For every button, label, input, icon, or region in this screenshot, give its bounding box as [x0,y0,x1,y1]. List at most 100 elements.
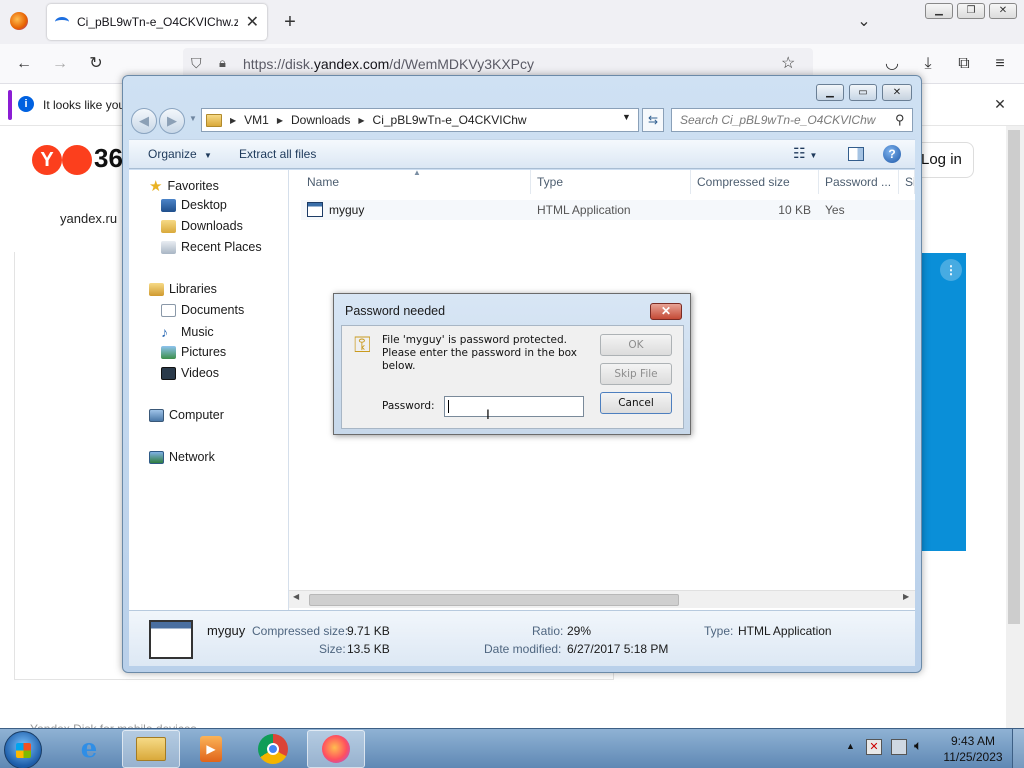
preview-pane-icon[interactable] [848,147,864,161]
address-dropdown-icon[interactable]: ▼ [622,112,631,122]
col-compressed-size[interactable]: Compressed size [691,170,819,194]
forward-button[interactable]: ▶ [159,108,185,134]
scroll-left-icon[interactable]: ◀ [293,592,299,601]
col-size[interactable]: Si [899,170,915,194]
network-tray-icon[interactable] [891,739,907,755]
folder-icon [206,113,222,127]
chrome-icon [258,734,288,764]
password-input[interactable] [444,396,584,417]
address-bar[interactable]: ▶ VM1 ▶ Downloads ▶ Ci_pBL9wTn-e_O4CKVIC… [201,108,639,132]
details-pane: myguy Compressed size: 9.71 KB Size: 13.… [129,610,915,666]
minimize-button[interactable]: ▁ [925,3,953,19]
refresh-button[interactable]: ⇆ [642,108,664,132]
close-tab-icon[interactable]: ✕ [246,12,259,32]
taskbar-firefox[interactable] [307,730,365,768]
horizontal-scrollbar[interactable]: ◀ ▶ [289,590,915,608]
breadcrumb-downloads[interactable]: Downloads [285,113,356,127]
file-thumbnail-icon [149,620,193,659]
taskbar-ie[interactable]: e [60,730,118,768]
back-icon[interactable]: ← [12,52,36,76]
close-button[interactable]: ✕ [989,3,1017,19]
extensions-icon[interactable]: ⧉ [952,52,976,76]
details-date-label: Date modified: [484,642,562,656]
chevron-down-icon: ▼ [204,151,212,160]
col-type[interactable]: Type [531,170,691,194]
view-options-icon[interactable]: ☷ ▼ [793,145,817,162]
skip-file-button[interactable]: Skip File [600,363,672,385]
details-compressed-size-label: Compressed size: [252,624,349,638]
yandex-logo-icon[interactable]: Y [32,145,62,175]
new-tab-button[interactable]: + [278,10,302,34]
file-name: myguy [329,203,365,217]
documents-icon [161,303,176,317]
cancel-button[interactable]: Cancel [600,392,672,414]
more-options-icon[interactable]: ⋮ [940,259,962,281]
column-headers: Name ▲ Type Compressed size Password ...… [301,168,915,194]
nav-videos[interactable]: Videos [161,366,219,380]
show-hidden-icons[interactable]: ▲ [846,741,855,751]
details-size: 13.5 KB [347,642,390,656]
lock-icon[interactable]: 🔒︎ [219,55,226,71]
shield-icon[interactable]: ⛉ [191,55,202,72]
action-center-icon[interactable]: ✕ [866,739,882,755]
notice-text: It looks like you [43,98,126,112]
close-notice-icon[interactable]: ✕ [988,92,1012,116]
window-minimize-button[interactable]: ▁ [816,84,844,101]
table-row[interactable]: myguy HTML Application 10 KB Yes [301,200,915,220]
search-input[interactable]: Search Ci_pBL9wTn-e_O4CKVIChw [671,108,913,132]
clock[interactable]: 9:43 AM 11/25/2023 [942,733,1004,765]
extract-all-button[interactable]: Extract all files [239,147,316,161]
tab-title: Ci_pBL9wTn-e_O4CKVIChw.zip [77,15,238,29]
reload-icon[interactable]: ↻ [84,52,108,76]
details-name: myguy [207,623,246,638]
pocket-icon[interactable]: ◡ [880,52,904,76]
forward-icon[interactable]: → [48,52,72,76]
nav-recent-places[interactable]: Recent Places [161,240,262,254]
nav-downloads[interactable]: Downloads [161,219,243,233]
volume-icon[interactable]: 🔈︎ [914,737,922,754]
nav-pictures[interactable]: Pictures [161,345,226,359]
breadcrumb-archive[interactable]: Ci_pBL9wTn-e_O4CKVIChw [367,113,533,127]
restore-button[interactable]: ❐ [957,3,985,19]
downloads-folder-icon [161,219,176,233]
tab-active[interactable]: Ci_pBL9wTn-e_O4CKVIChw.zip ✕ [47,4,267,40]
firefox-icon [322,735,350,763]
network-icon [149,450,164,464]
ok-button[interactable]: OK [600,334,672,356]
nav-libraries[interactable]: Libraries [149,282,217,296]
nav-documents[interactable]: Documents [161,303,244,317]
page-scrollbar-thumb[interactable] [1008,130,1020,624]
help-icon[interactable]: ? [883,145,901,163]
recent-places-icon [161,240,176,254]
firefox-menu-icon[interactable] [10,12,28,30]
bookmark-star-icon[interactable]: ☆ [781,53,795,73]
nav-desktop[interactable]: Desktop [161,198,227,212]
recent-pages-icon[interactable]: ▼ [189,114,197,123]
nav-network[interactable]: Network [149,450,215,464]
dialog-close-button[interactable]: ✕ [650,303,682,320]
yandex-link[interactable]: yandex.ru [60,211,117,226]
app-menu-icon[interactable]: ≡ [988,52,1012,76]
organize-button[interactable]: Organize ▼ [148,147,212,161]
start-button[interactable] [4,731,42,768]
col-password[interactable]: Password ... [819,170,899,194]
window-maximize-button[interactable]: ▭ [849,84,877,101]
list-tabs-icon[interactable]: ⌄ [852,10,876,34]
scroll-thumb[interactable] [309,594,679,606]
nav-computer[interactable]: Computer [149,408,224,422]
taskbar-media-player[interactable]: ▶ [182,730,240,768]
search-icon: ⚲ [895,112,905,127]
scroll-right-icon[interactable]: ▶ [903,592,909,601]
taskbar-explorer[interactable] [122,730,180,768]
nav-favorites[interactable]: ★ Favorites [149,177,219,195]
pictures-icon [161,345,176,359]
back-button[interactable]: ◀ [131,108,157,134]
window-close-button[interactable]: ✕ [882,84,912,101]
nav-music[interactable]: ♪ Music [161,324,214,340]
taskbar-chrome[interactable] [244,730,302,768]
text-cursor-icon: I [486,406,490,422]
breadcrumb-vm1[interactable]: VM1 [238,113,275,127]
downloads-icon[interactable]: ⤓ [916,52,940,76]
show-desktop-button[interactable] [1012,729,1024,768]
details-type: HTML Application [738,624,832,638]
